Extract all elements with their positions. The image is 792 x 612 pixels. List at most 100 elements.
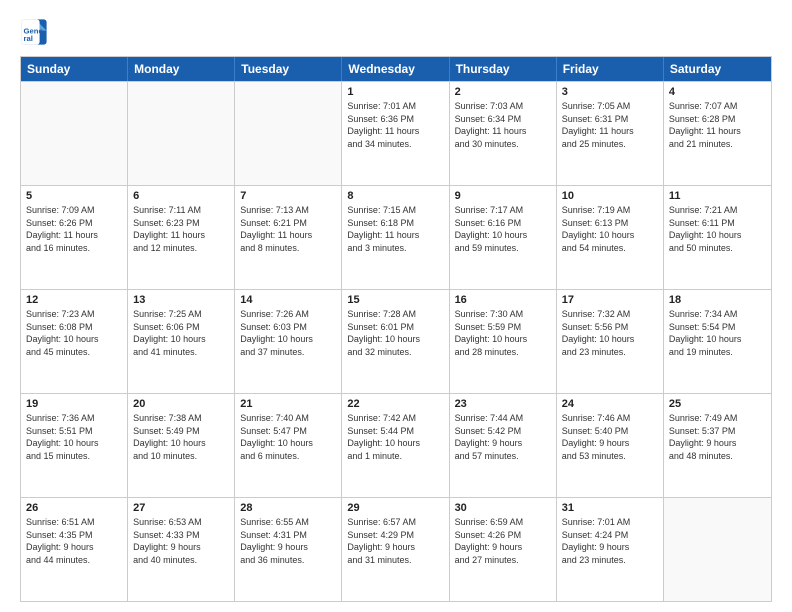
- day-number: 28: [240, 502, 336, 514]
- day-cell: 19Sunrise: 7:36 AM Sunset: 5:51 PM Dayli…: [21, 394, 128, 497]
- header: Gene- ral: [20, 18, 772, 46]
- day-info: Sunrise: 7:36 AM Sunset: 5:51 PM Dayligh…: [26, 412, 122, 462]
- day-number: 11: [669, 190, 766, 202]
- day-info: Sunrise: 6:53 AM Sunset: 4:33 PM Dayligh…: [133, 516, 229, 566]
- day-number: 27: [133, 502, 229, 514]
- day-info: Sunrise: 6:51 AM Sunset: 4:35 PM Dayligh…: [26, 516, 122, 566]
- day-number: 4: [669, 86, 766, 98]
- day-cell: 5 Sunrise: 7:09 AM Sunset: 6:26 PM Daylig…: [21, 186, 128, 289]
- day-cell: 21Sunrise: 7:40 AM Sunset: 5:47 PM Dayli…: [235, 394, 342, 497]
- day-info: Sunrise: 7:40 AM Sunset: 5:47 PM Dayligh…: [240, 412, 336, 462]
- weekday-header: Monday: [128, 57, 235, 81]
- day-cell: 17 Sunrise: 7:32 AM Sunset: 5:56 PM Dayli…: [557, 290, 664, 393]
- calendar-row: 1 Sunrise: 7:01 AM Sunset: 6:36 PM Daylig…: [21, 81, 771, 185]
- day-info: Sunrise: 6:57 AM Sunset: 4:29 PM Dayligh…: [347, 516, 443, 566]
- day-number: 13: [133, 294, 229, 306]
- day-cell: 8 Sunrise: 7:15 AM Sunset: 6:18 PM Daylig…: [342, 186, 449, 289]
- day-number: 9: [455, 190, 551, 202]
- day-number: 10: [562, 190, 658, 202]
- day-info: Sunrise: 7:11 AM Sunset: 6:23 PM Dayligh…: [133, 204, 229, 254]
- day-cell: 12 Sunrise: 7:23 AM Sunset: 6:08 PM Dayli…: [21, 290, 128, 393]
- day-info: Sunrise: 7:30 AM Sunset: 5:59 PM Dayligh…: [455, 308, 551, 358]
- calendar-row: 12 Sunrise: 7:23 AM Sunset: 6:08 PM Dayli…: [21, 289, 771, 393]
- day-number: 31: [562, 502, 658, 514]
- day-number: 12: [26, 294, 122, 306]
- day-cell: 13 Sunrise: 7:25 AM Sunset: 6:06 PM Dayli…: [128, 290, 235, 393]
- weekday-header: Friday: [557, 57, 664, 81]
- day-cell: 9 Sunrise: 7:17 AM Sunset: 6:16 PM Daylig…: [450, 186, 557, 289]
- weekday-header: Wednesday: [342, 57, 449, 81]
- calendar-row: 26 Sunrise: 6:51 AM Sunset: 4:35 PM Dayli…: [21, 497, 771, 601]
- day-cell: 2 Sunrise: 7:03 AM Sunset: 6:34 PM Daylig…: [450, 82, 557, 185]
- day-cell: 23 Sunrise: 7:44 AM Sunset: 5:42 PM Dayli…: [450, 394, 557, 497]
- day-number: 26: [26, 502, 122, 514]
- day-info: Sunrise: 7:03 AM Sunset: 6:34 PM Dayligh…: [455, 100, 551, 150]
- day-info: Sunrise: 7:46 AM Sunset: 5:40 PM Dayligh…: [562, 412, 658, 462]
- day-cell: 24 Sunrise: 7:46 AM Sunset: 5:40 PM Dayli…: [557, 394, 664, 497]
- svg-text:ral: ral: [24, 34, 33, 43]
- page: Gene- ral SundayMondayTuesdayWednesdayTh…: [0, 0, 792, 612]
- day-number: 5: [26, 190, 122, 202]
- day-info: Sunrise: 7:21 AM Sunset: 6:11 PM Dayligh…: [669, 204, 766, 254]
- day-cell: 25 Sunrise: 7:49 AM Sunset: 5:37 PM Dayli…: [664, 394, 771, 497]
- day-cell: 1 Sunrise: 7:01 AM Sunset: 6:36 PM Daylig…: [342, 82, 449, 185]
- day-info: Sunrise: 7:26 AM Sunset: 6:03 PM Dayligh…: [240, 308, 336, 358]
- day-info: Sunrise: 6:55 AM Sunset: 4:31 PM Dayligh…: [240, 516, 336, 566]
- day-cell: 7 Sunrise: 7:13 AM Sunset: 6:21 PM Daylig…: [235, 186, 342, 289]
- empty-cell: [235, 82, 342, 185]
- day-info: Sunrise: 6:59 AM Sunset: 4:26 PM Dayligh…: [455, 516, 551, 566]
- day-cell: 31 Sunrise: 7:01 AM Sunset: 4:24 PM Dayli…: [557, 498, 664, 601]
- day-info: Sunrise: 7:15 AM Sunset: 6:18 PM Dayligh…: [347, 204, 443, 254]
- day-number: 23: [455, 398, 551, 410]
- day-number: 22: [347, 398, 443, 410]
- day-cell: 3Sunrise: 7:05 AM Sunset: 6:31 PM Daylig…: [557, 82, 664, 185]
- day-number: 14: [240, 294, 336, 306]
- day-cell: 29 Sunrise: 6:57 AM Sunset: 4:29 PM Dayli…: [342, 498, 449, 601]
- day-cell: 11 Sunrise: 7:21 AM Sunset: 6:11 PM Dayli…: [664, 186, 771, 289]
- day-number: 29: [347, 502, 443, 514]
- day-number: 8: [347, 190, 443, 202]
- day-cell: 28 Sunrise: 6:55 AM Sunset: 4:31 PM Dayli…: [235, 498, 342, 601]
- day-info: Sunrise: 7:44 AM Sunset: 5:42 PM Dayligh…: [455, 412, 551, 462]
- day-number: 16: [455, 294, 551, 306]
- day-number: 15: [347, 294, 443, 306]
- day-info: Sunrise: 7:17 AM Sunset: 6:16 PM Dayligh…: [455, 204, 551, 254]
- day-info: Sunrise: 7:07 AM Sunset: 6:28 PM Dayligh…: [669, 100, 766, 150]
- day-number: 2: [455, 86, 551, 98]
- day-cell: 15 Sunrise: 7:28 AM Sunset: 6:01 PM Dayli…: [342, 290, 449, 393]
- day-info: Sunrise: 7:01 AM Sunset: 6:36 PM Dayligh…: [347, 100, 443, 150]
- day-cell: 30 Sunrise: 6:59 AM Sunset: 4:26 PM Dayli…: [450, 498, 557, 601]
- day-info: Sunrise: 7:32 AM Sunset: 5:56 PM Dayligh…: [562, 308, 658, 358]
- day-info: Sunrise: 7:09 AM Sunset: 6:26 PM Dayligh…: [26, 204, 122, 254]
- weekday-header: Sunday: [21, 57, 128, 81]
- logo: Gene- ral: [20, 18, 52, 46]
- weekday-header: Tuesday: [235, 57, 342, 81]
- day-info: Sunrise: 7:25 AM Sunset: 6:06 PM Dayligh…: [133, 308, 229, 358]
- day-number: 24: [562, 398, 658, 410]
- empty-cell: [21, 82, 128, 185]
- day-cell: 6Sunrise: 7:11 AM Sunset: 6:23 PM Daylig…: [128, 186, 235, 289]
- day-info: Sunrise: 7:01 AM Sunset: 4:24 PM Dayligh…: [562, 516, 658, 566]
- day-cell: 18Sunrise: 7:34 AM Sunset: 5:54 PM Dayli…: [664, 290, 771, 393]
- weekday-header: Thursday: [450, 57, 557, 81]
- day-cell: 20Sunrise: 7:38 AM Sunset: 5:49 PM Dayli…: [128, 394, 235, 497]
- calendar-body: 1 Sunrise: 7:01 AM Sunset: 6:36 PM Daylig…: [21, 81, 771, 601]
- day-cell: 26 Sunrise: 6:51 AM Sunset: 4:35 PM Dayli…: [21, 498, 128, 601]
- day-number: 17: [562, 294, 658, 306]
- day-cell: 4 Sunrise: 7:07 AM Sunset: 6:28 PM Daylig…: [664, 82, 771, 185]
- day-number: 1: [347, 86, 443, 98]
- day-cell: 16 Sunrise: 7:30 AM Sunset: 5:59 PM Dayli…: [450, 290, 557, 393]
- calendar: SundayMondayTuesdayWednesdayThursdayFrid…: [20, 56, 772, 602]
- day-number: 25: [669, 398, 766, 410]
- day-info: Sunrise: 7:28 AM Sunset: 6:01 PM Dayligh…: [347, 308, 443, 358]
- day-info: Sunrise: 7:42 AM Sunset: 5:44 PM Dayligh…: [347, 412, 443, 462]
- day-info: Sunrise: 7:13 AM Sunset: 6:21 PM Dayligh…: [240, 204, 336, 254]
- day-number: 7: [240, 190, 336, 202]
- day-info: Sunrise: 7:23 AM Sunset: 6:08 PM Dayligh…: [26, 308, 122, 358]
- calendar-row: 5 Sunrise: 7:09 AM Sunset: 6:26 PM Daylig…: [21, 185, 771, 289]
- day-number: 30: [455, 502, 551, 514]
- day-info: Sunrise: 7:38 AM Sunset: 5:49 PM Dayligh…: [133, 412, 229, 462]
- day-info: Sunrise: 7:34 AM Sunset: 5:54 PM Dayligh…: [669, 308, 766, 358]
- day-cell: 22 Sunrise: 7:42 AM Sunset: 5:44 PM Dayli…: [342, 394, 449, 497]
- day-info: Sunrise: 7:49 AM Sunset: 5:37 PM Dayligh…: [669, 412, 766, 462]
